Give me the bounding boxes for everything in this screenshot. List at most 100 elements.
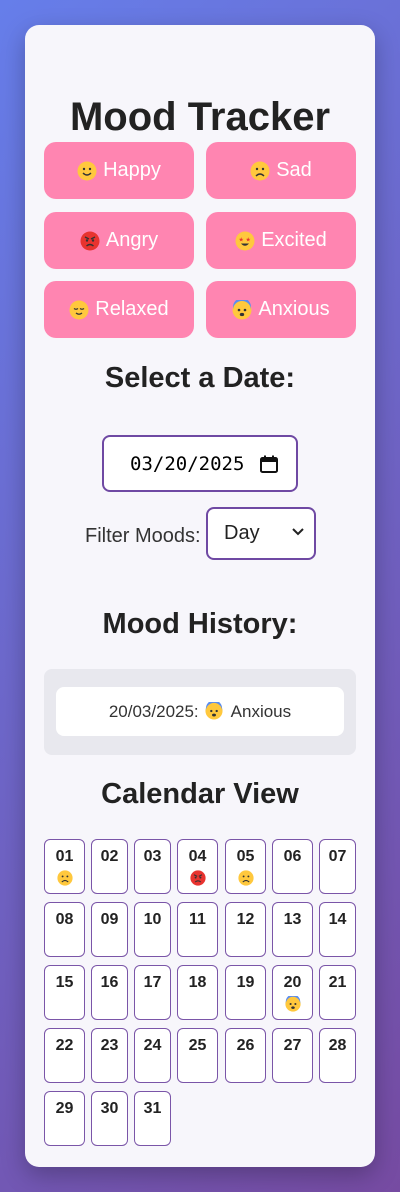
calendar-day-number: 11 <box>189 911 206 928</box>
calendar-day[interactable]: 29 <box>44 1091 85 1146</box>
date-input[interactable]: 03/20/2025 <box>102 435 298 492</box>
mood-button-label: Angry <box>105 229 159 251</box>
sad-face-icon <box>56 870 73 886</box>
calendar-day[interactable]: 11 <box>177 902 218 957</box>
calendar-day[interactable]: 19 <box>225 965 266 1020</box>
calendar-day-number: 10 <box>143 911 162 928</box>
calendar-day-number: 30 <box>100 1100 119 1117</box>
calendar-day[interactable]: 05 <box>225 839 266 894</box>
calendar-day-number: 18 <box>188 974 207 991</box>
calendar-day-number: 06 <box>283 848 302 865</box>
calendar-day-number: 20 <box>283 974 302 991</box>
mood-button-anxious[interactable]: Anxious <box>206 281 356 338</box>
calendar-day-number: 16 <box>100 974 119 991</box>
calendar-day-number: 14 <box>328 911 347 928</box>
calendar-day-number: 03 <box>143 848 162 865</box>
mood-tracker-card: Mood Tracker Happy Sad Angry ★ ★ Excited … <box>25 25 375 1167</box>
happy-face-icon <box>77 161 97 181</box>
calendar-day[interactable]: 23 <box>91 1028 128 1083</box>
filter-selected-value: Day <box>224 522 260 544</box>
anxious-face-icon <box>284 994 301 1012</box>
calendar-day[interactable]: 04 <box>177 839 218 894</box>
calendar-day[interactable]: 16 <box>91 965 128 1020</box>
page-title: Mood Tracker <box>69 95 331 139</box>
mood-button-label: Excited <box>261 229 327 251</box>
calendar-day[interactable]: 31 <box>134 1091 171 1146</box>
anxious-face-icon <box>205 699 225 722</box>
calendar-day-number: 17 <box>143 974 162 991</box>
svg-text:★: ★ <box>246 236 251 243</box>
calendar-day-number: 26 <box>236 1037 255 1054</box>
calendar-day-number: 29 <box>55 1100 74 1117</box>
date-value: 03/20/2025 <box>130 452 245 475</box>
mood-button-happy[interactable]: Happy <box>44 142 194 199</box>
calendar-day[interactable]: 13 <box>272 902 313 957</box>
calendar-day[interactable]: 14 <box>319 902 356 957</box>
calendar-day[interactable]: 22 <box>44 1028 85 1083</box>
calendar-day-number: 07 <box>328 848 347 865</box>
calendar-day-number: 12 <box>236 911 255 928</box>
calendar-day-number: 13 <box>283 911 302 928</box>
calendar-day[interactable]: 10 <box>134 902 171 957</box>
calendar-day-number: 01 <box>55 848 74 865</box>
mood-button-angry[interactable]: Angry <box>44 212 194 269</box>
svg-text:★: ★ <box>239 236 244 243</box>
mood-history-list: 20/03/2025: Anxious <box>44 669 356 755</box>
calendar-day[interactable]: 17 <box>134 965 171 1020</box>
anxious-face-icon <box>232 297 252 320</box>
calendar-icon[interactable] <box>260 455 278 473</box>
mood-button-label: Sad <box>276 159 312 181</box>
history-entry-mood: Anxious <box>230 701 292 721</box>
calendar-day[interactable]: 30 <box>91 1091 128 1146</box>
calendar-day-number: 27 <box>283 1037 302 1054</box>
calendar-day-number: 08 <box>55 911 74 928</box>
mood-button-excited[interactable]: ★ ★ Excited <box>206 212 356 269</box>
calendar-day[interactable]: 09 <box>91 902 128 957</box>
calendar-day-number: 22 <box>55 1037 74 1054</box>
calendar-day-number: 23 <box>100 1037 119 1054</box>
calendar-day-number: 09 <box>100 911 119 928</box>
history-entry: 20/03/2025: Anxious <box>56 687 344 736</box>
calendar-day[interactable]: 03 <box>134 839 171 894</box>
calendar-day[interactable]: 25 <box>177 1028 218 1083</box>
calendar-day[interactable]: 06 <box>272 839 313 894</box>
calendar-day-number: 31 <box>143 1100 162 1117</box>
calendar-day[interactable]: 21 <box>319 965 356 1020</box>
calendar-day-number: 04 <box>188 848 207 865</box>
mood-button-label: Anxious <box>258 298 330 320</box>
angry-face-icon <box>189 870 206 886</box>
calendar-day[interactable]: 01 <box>44 839 85 894</box>
mood-filter-select[interactable]: Day <box>206 507 316 560</box>
calendar-day[interactable]: 26 <box>225 1028 266 1083</box>
calendar-day[interactable]: 20 <box>272 965 313 1020</box>
relieved-face-icon <box>69 300 89 320</box>
calendar-day[interactable]: 07 <box>319 839 356 894</box>
sad-face-icon <box>250 161 270 181</box>
history-heading: Mood History: <box>102 608 298 640</box>
calendar-day-number: 02 <box>100 848 119 865</box>
calendar-day[interactable]: 12 <box>225 902 266 957</box>
calendar-day-number: 28 <box>328 1037 347 1054</box>
date-heading: Select a Date: <box>104 362 296 394</box>
calendar-day[interactable]: 24 <box>134 1028 171 1083</box>
calendar-day[interactable]: 15 <box>44 965 85 1020</box>
history-entry-date: 20/03/2025: <box>108 701 199 721</box>
calendar-day[interactable]: 28 <box>319 1028 356 1083</box>
calendar-day-number: 24 <box>143 1037 162 1054</box>
calendar-day[interactable]: 27 <box>272 1028 313 1083</box>
mood-button-label: Relaxed <box>95 298 169 320</box>
mood-button-label: Happy <box>103 159 161 181</box>
star-struck-face-icon: ★ ★ <box>235 231 255 251</box>
mood-button-relaxed[interactable]: Relaxed <box>44 281 194 338</box>
sad-face-icon <box>237 870 254 886</box>
calendar-day-number: 05 <box>236 848 255 865</box>
calendar-day[interactable]: 08 <box>44 902 85 957</box>
calendar-day-number: 15 <box>55 974 74 991</box>
calendar-day[interactable]: 02 <box>91 839 128 894</box>
angry-face-icon <box>80 231 100 251</box>
mood-button-sad[interactable]: Sad <box>206 142 356 199</box>
calendar-day[interactable]: 18 <box>177 965 218 1020</box>
chevron-down-icon <box>292 524 304 540</box>
calendar-day-number: 21 <box>328 974 347 991</box>
calendar-heading: Calendar View <box>101 778 299 810</box>
